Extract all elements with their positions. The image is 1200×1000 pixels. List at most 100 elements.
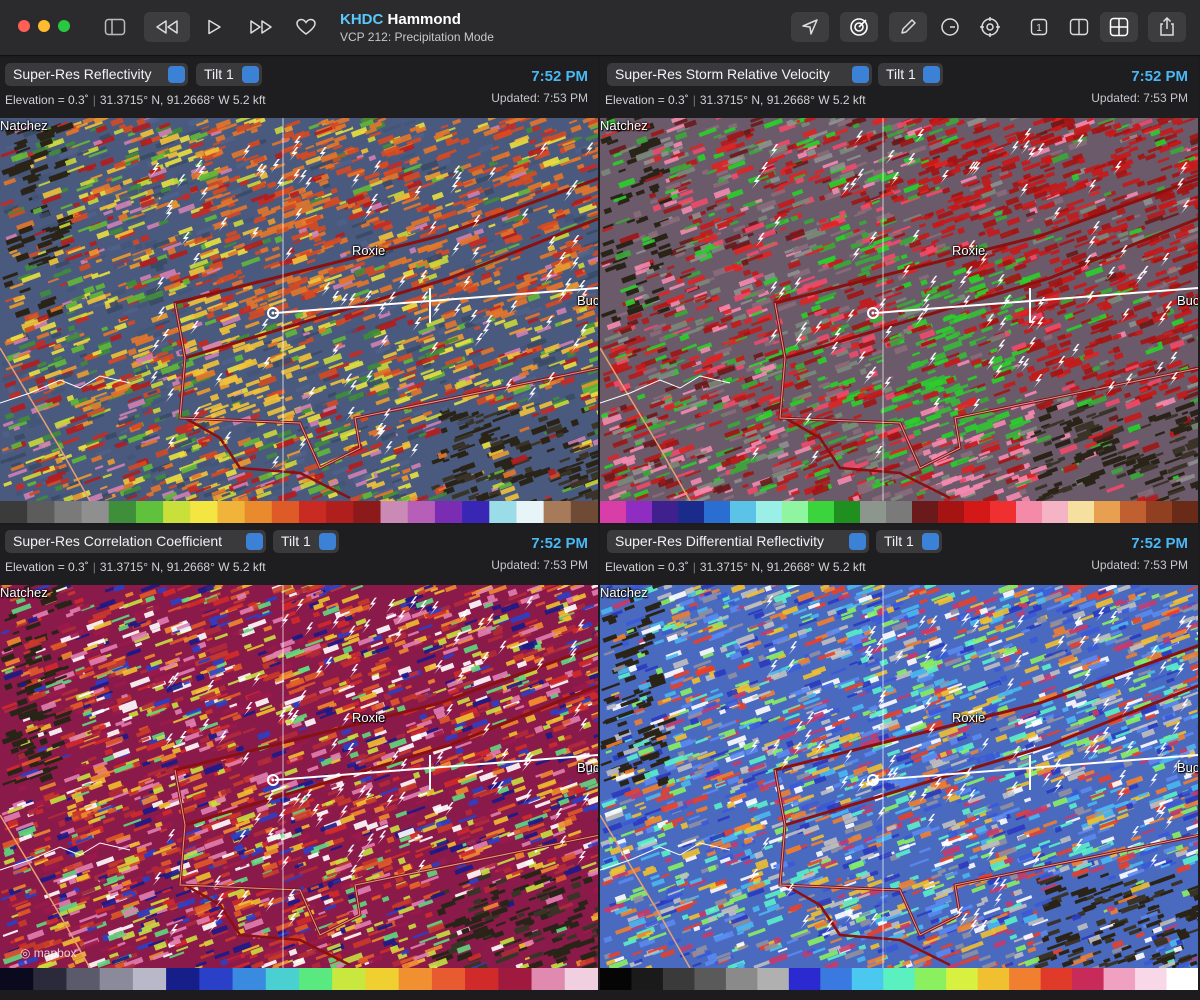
zoom-window-button[interactable] [58,20,70,32]
scan-time: 7:52 PM [1131,535,1188,552]
color-scale-swatch [0,501,29,523]
tilt-select[interactable]: Tilt 1 [273,530,339,553]
color-scale-swatch [788,968,822,990]
color-scale-bar [600,968,1198,990]
color-scale-swatch [33,968,68,990]
color-scale-swatch [380,501,409,523]
tilt-label: Tilt 1 [886,66,916,82]
city-label-buc: Buc [577,293,598,308]
color-scale-swatch [570,501,598,523]
radar-map[interactable]: NatchezRoxieCrosbyBuc◎ mapbox [0,585,598,968]
chevron-down-icon [852,66,869,83]
split-layout-icon [1069,18,1089,36]
color-scale-swatch [704,501,731,523]
product-label: Super-Res Correlation Coefficient [13,533,223,549]
tilt-label: Tilt 1 [884,533,914,549]
color-scale-swatch [498,968,533,990]
sidebar-toggle-button[interactable] [100,12,130,42]
heart-icon [296,18,316,35]
close-window-button[interactable] [18,20,30,32]
fast-forward-button[interactable] [244,12,278,42]
radar-map[interactable]: NatchezRoxieCrosbyBuc [600,585,1198,968]
color-scale-swatch [1146,501,1173,523]
color-scale-swatch [1009,968,1042,990]
product-select[interactable]: Super-Res Storm Relative Velocity [607,63,872,86]
color-scale-swatch [883,968,916,990]
location-button[interactable] [791,12,829,42]
color-scale-swatch [271,501,300,523]
color-scale-swatch [912,501,939,523]
radar-panel-velocity: Super-Res Storm Relative Velocity Tilt 1… [600,58,1198,523]
radar-map[interactable]: NatchezRoxieCrosbyBuc [600,118,1198,501]
updated-time: Updated: 7:53 PM [1091,558,1188,572]
coords-label: 31.3715° N, 91.2668° W 5.2 kft [99,560,266,574]
play-button[interactable] [200,12,228,42]
grid-layout-button[interactable] [1100,12,1138,42]
crosshair-icon [980,17,1000,37]
color-scale-swatch [407,501,436,523]
location-arrow-icon [802,19,818,35]
history-button[interactable] [935,12,965,42]
city-label-natchez: Natchez [0,585,48,600]
city-label-roxie: Roxie [952,243,986,258]
color-scale-swatch [166,968,201,990]
tilt-select[interactable]: Tilt 1 [196,63,262,86]
updated-time: Updated: 7:53 PM [491,91,588,105]
color-scale-swatch [977,968,1011,990]
crosshair-button[interactable] [975,12,1005,42]
mapbox-attribution-logo[interactable]: ◎ mapbox [20,946,77,960]
chevron-down-icon [246,533,263,550]
color-scale-swatch [431,968,467,990]
elevation-label: Elevation = 0.3˚ [605,560,689,574]
radar-panel-correlation: Super-Res Correlation Coefficient Tilt 1… [0,525,598,990]
product-select[interactable]: Super-Res Correlation Coefficient [5,530,266,553]
color-scale-swatch [914,968,948,990]
favorite-button[interactable] [292,12,320,42]
site-marker-dot [271,311,275,315]
cursor-info: Elevation = 0.3˚ | 31.3715° N, 91.2668° W … [605,560,866,574]
tilt-label: Tilt 1 [204,66,234,82]
color-scale-swatch [217,501,246,523]
color-scale-swatch [365,968,400,990]
elevation-label: Elevation = 0.3˚ [5,93,89,107]
color-scale-swatch [1135,968,1168,990]
color-scale-bar [0,501,598,523]
draw-button[interactable] [889,12,927,42]
sidebar-icon [104,18,126,36]
cursor-info: Elevation = 0.3˚ | 31.3715° N, 91.2668° W … [5,93,266,107]
tilt-select[interactable]: Tilt 1 [878,63,943,86]
chevron-down-icon [849,533,866,550]
share-button[interactable] [1148,12,1186,42]
single-layout-button[interactable]: 1 [1024,12,1054,42]
scan-time: 7:52 PM [531,68,588,85]
radar-panel-differential: Super-Res Differential Reflectivity Tilt… [600,525,1198,990]
city-label-roxie: Roxie [952,710,986,725]
color-scale-swatch [730,501,757,523]
radar-map[interactable]: NatchezRoxieCrosbyBuc [0,118,598,501]
color-scale-swatch [1042,501,1069,523]
tracking-button[interactable] [840,12,878,42]
color-scale-swatch [757,968,790,990]
color-scale-swatch [81,501,110,523]
rewind-button[interactable] [144,12,190,42]
color-scale-swatch [782,501,809,523]
tilt-select[interactable]: Tilt 1 [876,530,942,553]
color-scale-swatch [860,501,887,523]
color-scale-swatch [398,968,433,990]
color-scale-swatch [851,968,885,990]
chevron-down-icon [922,533,939,550]
color-scale-swatch [462,501,491,523]
color-scale-swatch [54,501,83,523]
minimize-window-button[interactable] [38,20,50,32]
product-select[interactable]: Super-Res Differential Reflectivity [607,530,869,553]
color-scale-swatch [1072,968,1105,990]
color-scale-swatch [600,968,633,990]
color-scale-swatch [1094,501,1121,523]
color-scale-swatch [600,501,627,523]
split-layout-button[interactable] [1064,12,1094,42]
color-scale-swatch [886,501,913,523]
color-scale-swatch [434,501,464,523]
product-select[interactable]: Super-Res Reflectivity [5,63,188,86]
updated-time: Updated: 7:53 PM [1091,91,1188,105]
color-scale-swatch [626,501,653,523]
